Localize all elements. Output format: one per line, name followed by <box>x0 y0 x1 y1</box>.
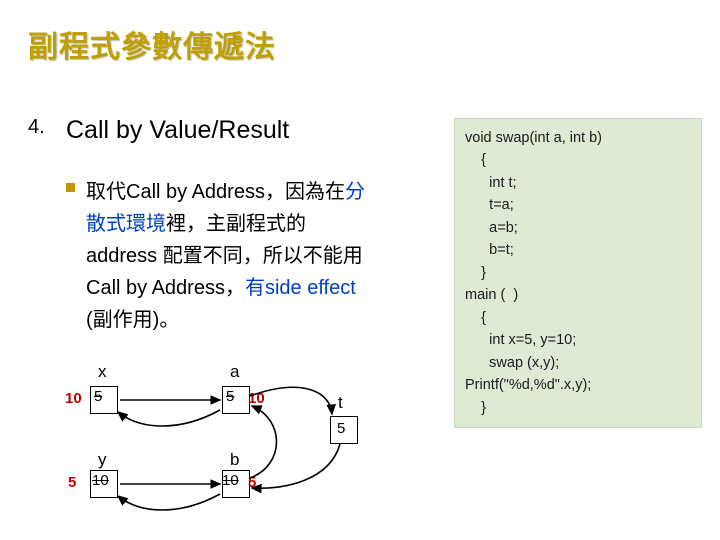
bullet-mid-2: (副作用)。 <box>86 309 179 331</box>
value-y-old: 10 <box>92 472 109 489</box>
label-x: x <box>98 362 107 382</box>
bullet-blue-2: 有side effect <box>245 277 356 299</box>
slide-title: 副程式參數傳遞法 <box>28 22 276 66</box>
list-number: 4. <box>28 116 45 139</box>
value-x-old: 5 <box>94 388 102 405</box>
bullet-pre: 取代Call by Address，因為在 <box>86 181 345 203</box>
value-y-new: 5 <box>68 474 76 491</box>
label-y: y <box>98 450 107 470</box>
code-block: void swap(int a, int b) { int t; t=a; a=… <box>454 118 702 428</box>
bullet-icon <box>66 183 75 192</box>
arrows-overlay <box>70 360 450 535</box>
value-a-new: 10 <box>248 390 265 407</box>
value-t: 5 <box>337 420 345 437</box>
bullet-text: 取代Call by Address，因為在分散式環境裡，主副程式的address… <box>86 176 366 336</box>
label-t: t <box>338 393 343 413</box>
value-b-old: 10 <box>222 472 239 489</box>
value-a-old: 5 <box>226 388 234 405</box>
label-b: b <box>230 450 239 470</box>
diagram: x a y b t 10 5 5 10 5 10 10 5 5 <box>70 360 450 535</box>
section-heading: Call by Value/Result <box>66 115 326 145</box>
value-b-new: 5 <box>248 474 256 491</box>
slide: 副程式參數傳遞法 4. Call by Value/Result 取代Call … <box>0 0 720 540</box>
label-a: a <box>230 362 239 382</box>
value-x-new: 10 <box>65 390 82 407</box>
